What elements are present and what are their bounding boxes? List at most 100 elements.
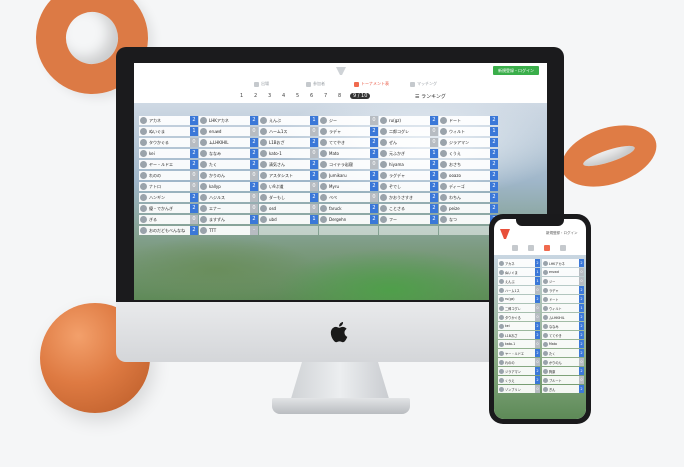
bracket-entry[interactable]: ジー 0 xyxy=(319,116,378,125)
bracket-entry[interactable]: faruck 2 xyxy=(319,204,378,213)
bracket-entry[interactable]: Dergehn 2 xyxy=(319,215,378,224)
page-link[interactable]: 4 xyxy=(282,93,285,99)
bracket-entry[interactable]: れのの 0 xyxy=(139,171,198,180)
phone-bracket-entry[interactable]: ドート 2 xyxy=(542,295,584,303)
bracket-entry[interactable]: アスタシスト 2 xyxy=(259,171,318,180)
bracket-entry[interactable]: い9ぷ道 0 xyxy=(259,182,318,191)
tab-matching[interactable]: マッチング xyxy=(410,81,437,87)
bracket-entry[interactable]: ぬいぐま 1 xyxy=(139,127,198,136)
phone-bracket-entry[interactable]: eruwd 0 xyxy=(542,268,584,276)
bracket-entry[interactable]: 清気さん 2 xyxy=(259,160,318,169)
bracket-entry[interactable]: ubd 1 xyxy=(259,215,318,224)
bracket-entry[interactable]: ぜん 0 xyxy=(379,138,438,147)
phone-bracket-icon[interactable] xyxy=(544,245,550,251)
bracket-entry[interactable]: ななみ 2 xyxy=(199,149,258,158)
bracket-entry[interactable]: ことさる 2 xyxy=(379,204,438,213)
bracket-entry[interactable]: eruwd 0 xyxy=(199,127,258,136)
bracket-entry[interactable]: 優・でかんぎ 2 xyxy=(139,204,198,213)
bracket-entry[interactable]: ru(gz) 2 xyxy=(379,116,438,125)
page-link[interactable]: 5 xyxy=(296,93,299,99)
bracket-entry[interactable]: Jumikaru 2 xyxy=(319,171,378,180)
bracket-entry[interactable] xyxy=(319,226,378,235)
bracket-entry[interactable]: osd 0 xyxy=(259,204,318,213)
phone-bracket-entry[interactable]: Mato 2 xyxy=(542,340,584,348)
bracket-entry[interactable]: kato-1 0 xyxy=(259,149,318,158)
page-link[interactable]: 2 xyxy=(254,93,257,99)
bracket-entry[interactable]: ぎる 0 xyxy=(139,215,198,224)
bracket-entry[interactable] xyxy=(259,226,318,235)
phone-bracket-entry[interactable]: ウィルト 1 xyxy=(542,304,584,312)
bracket-entry[interactable]: ハジルス 0 xyxy=(199,193,258,202)
bracket-entry[interactable]: たく 2 xyxy=(199,160,258,169)
bracket-entry[interactable]: くうえ 2 xyxy=(439,149,498,158)
phone-logo-icon[interactable] xyxy=(500,229,510,239)
page-link[interactable]: 7 xyxy=(324,93,327,99)
bracket-entry[interactable]: ヤー・ルドエ 2 xyxy=(139,160,198,169)
bracket-entry[interactable]: ラデャ 2 xyxy=(319,127,378,136)
phone-bracket-entry[interactable]: ななみ 2 xyxy=(542,322,584,330)
bracket-entry[interactable]: ムLHKIHIL 2 xyxy=(199,138,258,147)
tab-participants[interactable]: 参加者 xyxy=(306,81,325,87)
phone-bracket-entry[interactable]: kato-1 0 xyxy=(498,340,540,348)
page-current[interactable]: 9 / 10 xyxy=(350,93,371,99)
phone-flag-icon[interactable] xyxy=(560,245,566,251)
phone-bracket-entry[interactable]: ブルート 0 xyxy=(542,376,584,384)
bracket-entry[interactable]: LHKアカネ 2 xyxy=(199,116,258,125)
phone-entry-icon[interactable] xyxy=(512,245,518,251)
phone-bracket-entry[interactable]: L1Bおざ 2 xyxy=(498,331,540,339)
bracket-entry[interactable]: かりのん 0 xyxy=(199,171,258,180)
bracket-entry[interactable]: ooazo 2 xyxy=(439,171,498,180)
bracket-entry[interactable]: 元ふかぎ 1 xyxy=(379,149,438,158)
phone-bracket-entry[interactable]: ぎん 2 xyxy=(542,385,584,393)
page-link[interactable]: 1 xyxy=(240,93,243,99)
bracket-entry[interactable]: ダーもし 2 xyxy=(259,193,318,202)
phone-bracket-entry[interactable]: LHKアカネ 2 xyxy=(542,259,584,267)
phone-bracket-entry[interactable]: ヤー・ルドエ 2 xyxy=(498,349,540,357)
register-login-button[interactable]: 新規登録・ログイン xyxy=(493,66,539,75)
page-link[interactable]: 6 xyxy=(310,93,313,99)
phone-bracket-entry[interactable]: アカネ 2 xyxy=(498,259,540,267)
bracket-entry[interactable]: タウかぐる 0 xyxy=(139,138,198,147)
site-logo-icon[interactable] xyxy=(336,67,346,75)
bracket-entry[interactable]: L1Bおざ 2 xyxy=(259,138,318,147)
tab-bracket[interactable]: トーナメント表 xyxy=(354,81,389,87)
phone-bracket-entry[interactable]: ムLHKIHIL 2 xyxy=(542,313,584,321)
bracket-entry[interactable]: ウィルト 1 xyxy=(439,127,498,136)
phone-bracket-entry[interactable]: ジラアマン 2 xyxy=(498,367,540,375)
tab-entry[interactable]: 出場 xyxy=(254,81,269,87)
bracket-entry[interactable]: ナトロ 0 xyxy=(139,182,198,191)
bracket-entry[interactable]: 二郎コグレ 0 xyxy=(379,127,438,136)
phone-bracket-entry[interactable]: えんぶ 1 xyxy=(498,277,540,285)
page-link[interactable]: 3 xyxy=(268,93,271,99)
phone-bracket-entry[interactable]: ぬいぐま 1 xyxy=(498,268,540,276)
phone-bracket-entry[interactable]: ててやき 2 xyxy=(542,331,584,339)
bracket-entry[interactable]: ラグデャ 2 xyxy=(379,171,438,180)
bracket-entry[interactable]: おさち 2 xyxy=(439,160,498,169)
phone-bracket-entry[interactable]: タウかぐる 0 xyxy=(498,313,540,321)
bracket-entry[interactable]: ハンギン 2 xyxy=(139,193,198,202)
bracket-entry[interactable]: kallyp 2 xyxy=(199,182,258,191)
ranking-link[interactable]: ☰ ランキング xyxy=(415,93,446,100)
phone-bracket-entry[interactable]: たく 2 xyxy=(542,349,584,357)
bracket-entry[interactable]: わちん 2 xyxy=(439,193,498,202)
bracket-entry[interactable] xyxy=(379,226,438,235)
phone-user-icon[interactable] xyxy=(528,245,534,251)
bracket-entry[interactable]: かおうさすき 2 xyxy=(379,193,438,202)
phone-bracket-entry[interactable]: 二郎コグレ 0 xyxy=(498,304,540,312)
phone-bracket-entry[interactable]: 狗原 2 xyxy=(542,367,584,375)
bracket-entry[interactable]: コイテラ岩寝 0 xyxy=(319,160,378,169)
bracket-entry[interactable]: ぞでし 2 xyxy=(379,182,438,191)
bracket-entry[interactable]: hiyama 2 xyxy=(379,160,438,169)
phone-bracket-entry[interactable]: ゾンブリン 0 xyxy=(498,385,540,393)
bracket-entry[interactable]: フー 2 xyxy=(379,215,438,224)
bracket-entry[interactable]: Myru 2 xyxy=(319,182,378,191)
bracket-entry[interactable]: ぺぺ 0 xyxy=(319,193,378,202)
bracket-entry[interactable]: ハーム1ス 0 xyxy=(259,127,318,136)
bracket-entry[interactable]: えんぶ 1 xyxy=(259,116,318,125)
bracket-entry[interactable]: ててやき 2 xyxy=(319,138,378,147)
bracket-entry[interactable]: エナー 0 xyxy=(199,204,258,213)
bracket-entry[interactable]: kei 2 xyxy=(139,149,198,158)
bracket-entry[interactable]: peize 2 xyxy=(439,204,498,213)
bracket-entry[interactable]: TTT - xyxy=(199,226,258,235)
bracket-entry[interactable]: ますずん 2 xyxy=(199,215,258,224)
